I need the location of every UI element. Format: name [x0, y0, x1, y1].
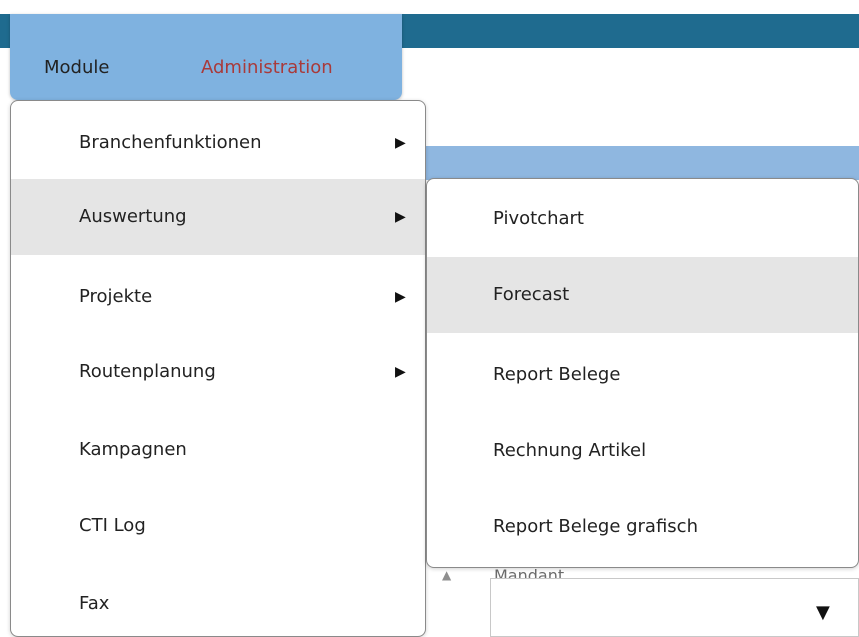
submenu-item-report-belege[interactable]: Report Belege	[427, 337, 858, 413]
menu-item-label: Forecast	[493, 284, 570, 305]
menu-bar: Module Administration	[10, 14, 402, 100]
menu-item-label: Routenplanung	[79, 361, 216, 382]
menu-bar-item-module[interactable]: Module	[44, 59, 109, 77]
menu-item-label: Report Belege grafisch	[493, 516, 698, 537]
menu-item-fax[interactable]: Fax	[11, 566, 425, 636]
menu-item-branchenfunktionen[interactable]: Branchenfunktionen ▶	[11, 105, 425, 181]
submenu-item-rechnung-artikel[interactable]: Rechnung Artikel	[427, 413, 858, 489]
menu-item-routenplanung[interactable]: Routenplanung ▶	[11, 334, 425, 410]
scroll-up-arrow-icon[interactable]: ▲	[442, 568, 451, 582]
menu-item-label: Rechnung Artikel	[493, 440, 647, 461]
submenu-arrow-icon: ▶	[395, 209, 406, 225]
menu-item-label: Kampagnen	[79, 439, 187, 460]
submenu-arrow-icon: ▶	[395, 289, 406, 305]
menu-item-label: Branchenfunktionen	[79, 132, 262, 153]
menu-item-label: Report Belege	[493, 364, 621, 385]
submenu-arrow-icon: ▶	[395, 364, 406, 380]
menu-item-label: Auswertung	[79, 206, 187, 227]
submenu-item-report-belege-grafisch[interactable]: Report Belege grafisch	[427, 489, 858, 565]
menu-item-label: CTI Log	[79, 515, 146, 536]
module-menu: Branchenfunktionen ▶ Auswertung ▶ Projek…	[10, 100, 426, 637]
menu-item-label: Projekte	[79, 286, 153, 307]
submenu-item-forecast[interactable]: Forecast	[427, 257, 858, 333]
auswertung-submenu: Pivotchart Forecast Report Belege Rechnu…	[426, 178, 859, 568]
menu-item-cti-log[interactable]: CTI Log	[11, 488, 425, 564]
submenu-item-pivotchart[interactable]: Pivotchart	[427, 181, 858, 257]
menu-bar-item-administration[interactable]: Administration	[201, 59, 333, 77]
menu-item-label: Fax	[79, 593, 110, 614]
menu-item-kampagnen[interactable]: Kampagnen	[11, 412, 425, 488]
menu-item-label: Pivotchart	[493, 208, 584, 229]
mandant-select[interactable]	[490, 578, 859, 637]
submenu-arrow-icon: ▶	[395, 135, 406, 151]
dropdown-arrow-icon[interactable]: ▼	[816, 602, 830, 623]
section-header-background	[425, 146, 859, 180]
menu-item-auswertung[interactable]: Auswertung ▶	[11, 179, 425, 255]
menu-item-projekte[interactable]: Projekte ▶	[11, 259, 425, 335]
